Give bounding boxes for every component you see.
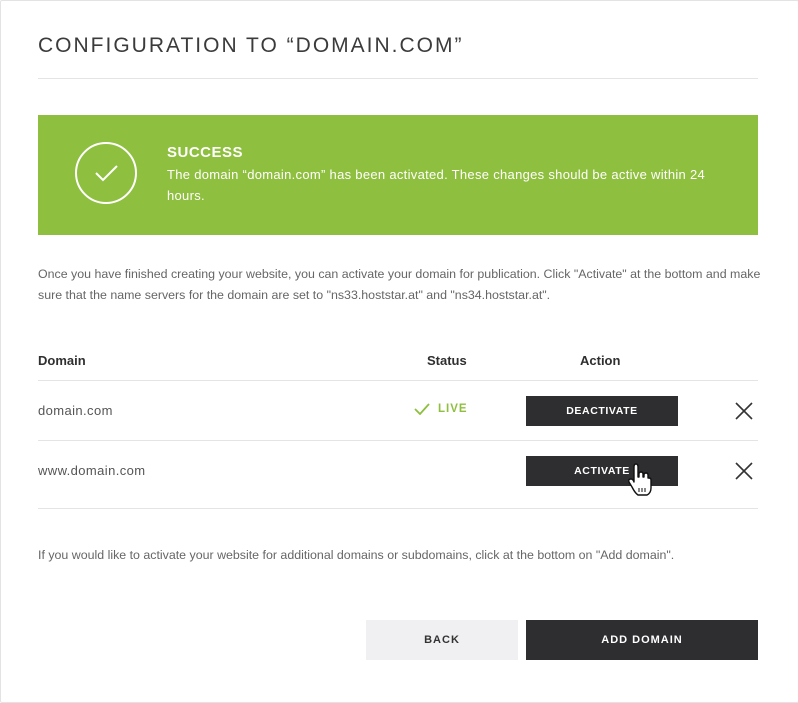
table-bottom-divider bbox=[38, 508, 758, 509]
close-icon[interactable] bbox=[734, 401, 754, 421]
hand-cursor-icon bbox=[628, 463, 652, 496]
row-divider bbox=[38, 440, 758, 441]
check-circle-icon bbox=[75, 142, 137, 204]
banner-title: SUCCESS bbox=[167, 144, 244, 161]
checkmark-icon bbox=[414, 403, 430, 415]
footer-text: If you would like to activate your websi… bbox=[38, 548, 675, 562]
banner-message: The domain “domain.com” has been activat… bbox=[167, 167, 706, 203]
back-button[interactable]: BACK bbox=[366, 620, 518, 660]
dialog-title: CONFIGURATION TO “DOMAIN.COM” bbox=[38, 34, 464, 57]
column-header-domain: Domain bbox=[38, 353, 86, 368]
add-domain-button[interactable]: ADD DOMAIN bbox=[526, 620, 758, 660]
status-badge: LIVE bbox=[414, 403, 468, 415]
success-banner: SUCCESS The domain “domain.com” has been… bbox=[38, 115, 758, 235]
close-icon[interactable] bbox=[734, 461, 754, 481]
column-header-action: Action bbox=[580, 353, 621, 368]
title-divider bbox=[38, 78, 758, 79]
deactivate-button[interactable]: DEACTIVATE bbox=[526, 396, 678, 426]
activate-button[interactable]: ACTIVATE bbox=[526, 456, 678, 486]
column-header-status: Status bbox=[427, 353, 467, 368]
row-domain: domain.com bbox=[38, 403, 113, 418]
dialog-frame bbox=[0, 0, 798, 703]
header-divider bbox=[38, 380, 758, 381]
intro-text: Once you have finished creating your web… bbox=[38, 267, 761, 302]
row-domain: www.domain.com bbox=[38, 463, 146, 478]
status-label: LIVE bbox=[438, 403, 468, 415]
